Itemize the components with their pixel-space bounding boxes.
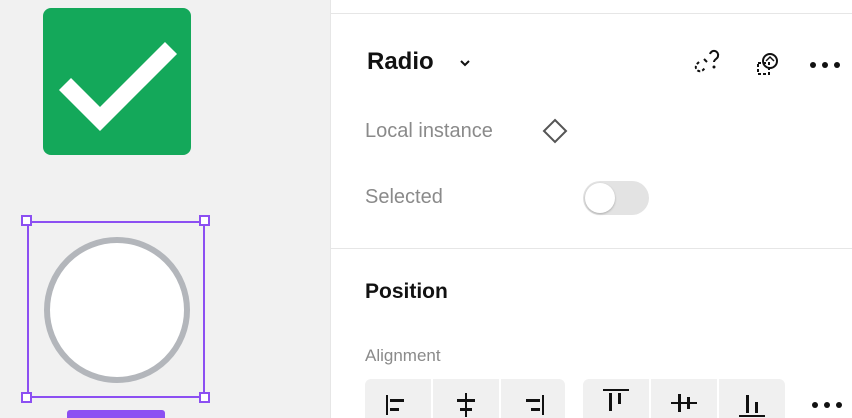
section-divider — [331, 13, 852, 14]
dimension-badge — [67, 410, 165, 418]
diamond-icon[interactable] — [541, 117, 569, 145]
swap-instance-icon[interactable] — [751, 48, 783, 80]
position-section-title: Position — [365, 280, 448, 303]
local-instance-label: Local instance — [365, 120, 493, 142]
checkbox-component[interactable] — [43, 8, 191, 155]
align-horizontal-center-icon[interactable] — [433, 379, 499, 418]
chevron-down-icon[interactable] — [459, 58, 471, 68]
resize-handle-bottom-left[interactable] — [21, 392, 32, 403]
resize-handle-top-right[interactable] — [199, 215, 210, 226]
selected-toggle[interactable] — [583, 181, 649, 215]
detach-instance-icon[interactable] — [693, 48, 725, 80]
align-left-icon[interactable] — [365, 379, 431, 418]
checkmark-icon — [58, 41, 178, 132]
align-vertical-center-icon[interactable] — [651, 379, 717, 418]
more-icon[interactable] — [807, 48, 840, 80]
toggle-knob — [585, 183, 615, 213]
horizontal-alignment-group — [365, 379, 565, 418]
resize-handle-top-left[interactable] — [21, 215, 32, 226]
resize-handle-bottom-right[interactable] — [199, 392, 210, 403]
align-right-icon[interactable] — [501, 379, 565, 418]
vertical-alignment-group — [583, 379, 785, 418]
alignment-label: Alignment — [365, 346, 441, 365]
align-top-icon[interactable] — [583, 379, 649, 418]
alignment-more-icon[interactable] — [807, 390, 847, 418]
selected-property-label: Selected — [365, 186, 443, 208]
selection-box[interactable] — [27, 221, 205, 398]
properties-panel: Radio Local instance Selected Position A… — [331, 0, 852, 418]
component-title[interactable]: Radio — [367, 48, 434, 76]
section-divider — [331, 248, 852, 249]
design-canvas[interactable] — [0, 0, 330, 418]
align-bottom-icon[interactable] — [719, 379, 785, 418]
